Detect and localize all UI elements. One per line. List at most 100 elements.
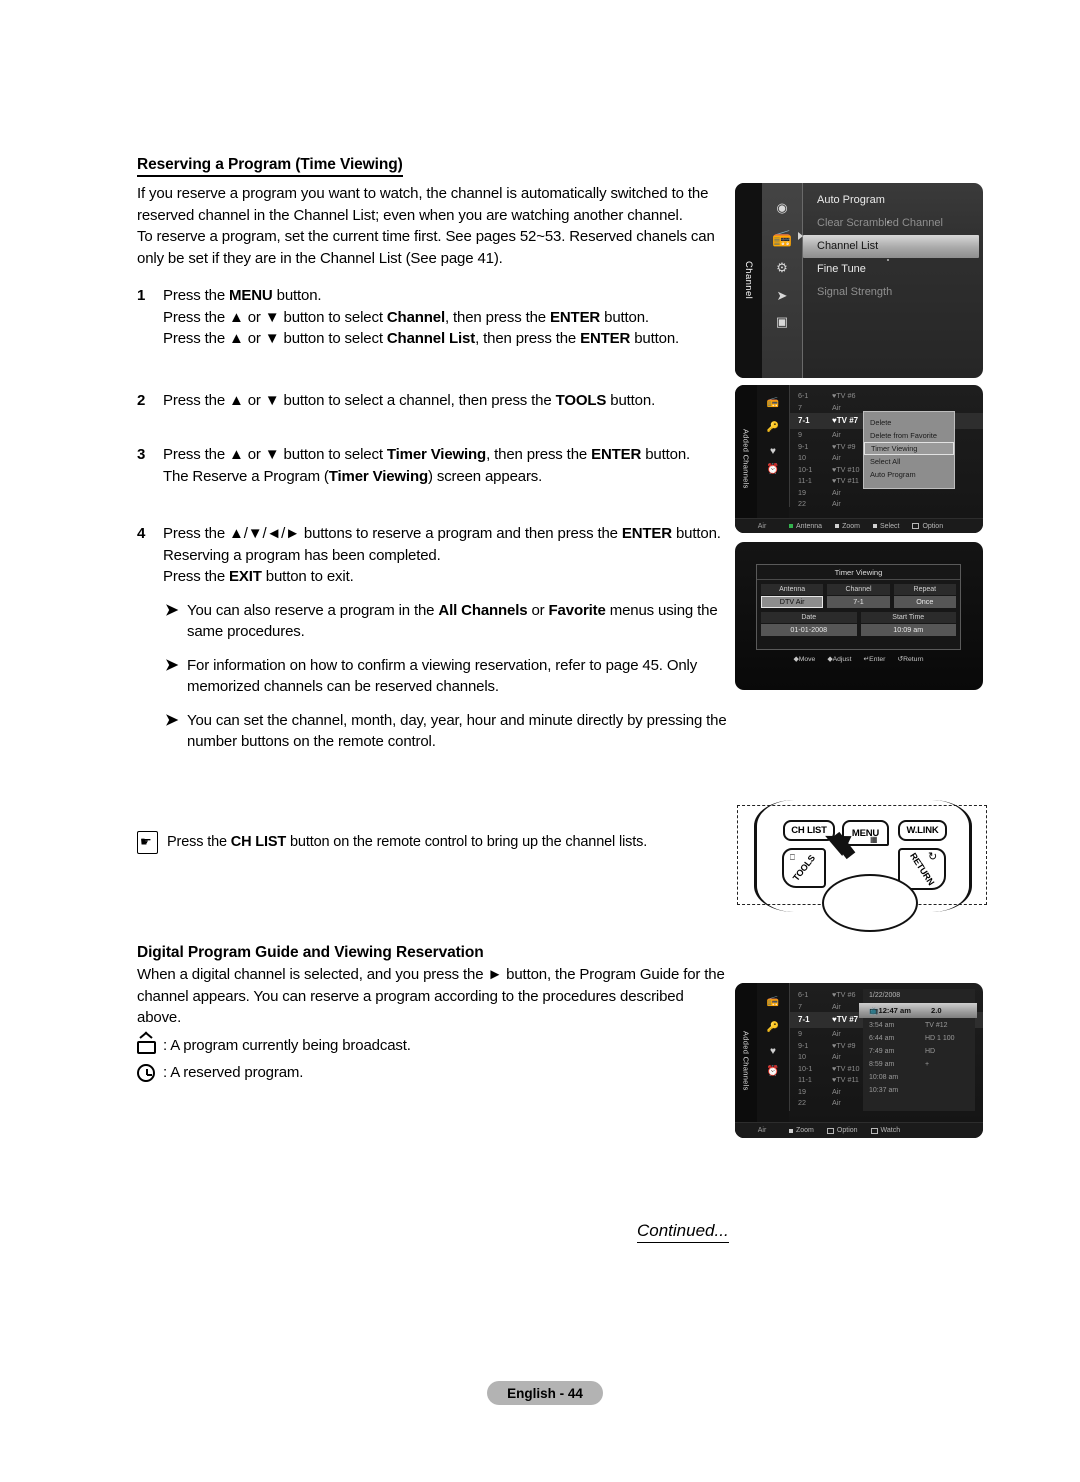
tools-item-timer-viewing[interactable]: Timer Viewing xyxy=(864,442,954,455)
action-label: Antenna xyxy=(796,522,823,530)
tools-button[interactable]: TOOLS xyxy=(782,848,826,888)
guide-program-row[interactable]: 8:59 am + xyxy=(863,1058,975,1071)
guide-program-row[interactable]: 10:08 am xyxy=(863,1071,975,1084)
tools-item-select-all[interactable]: Select All xyxy=(864,455,954,468)
field-value[interactable]: Once xyxy=(893,596,956,608)
guide-program-row[interactable]: 3:54 am TV #12 xyxy=(863,1019,975,1032)
menu-item-channel-list[interactable]: Channel List xyxy=(803,235,979,258)
menu-rail-tab: Channel xyxy=(735,183,762,378)
step-text: Press the ▲ or ▼ button to select Timer … xyxy=(163,444,690,487)
navigation-wheel[interactable] xyxy=(822,874,918,932)
channel-icon[interactable]: 📻 xyxy=(770,227,794,249)
guide-icon-column: 📻 🔑 ♥ ⏰ xyxy=(757,983,789,1138)
channel-number: 19 xyxy=(798,1086,806,1096)
program-name: + xyxy=(925,1061,930,1068)
favorite-icon[interactable]: ♥ xyxy=(764,1043,782,1059)
bottom-action-option[interactable]: Option xyxy=(826,1127,858,1134)
guide-rail-label: Added Channels xyxy=(741,1030,751,1091)
step-4: 4 Press the ▲/▼/◄/► buttons to reserve a… xyxy=(137,523,727,588)
channel-number: 22 xyxy=(798,499,806,508)
channel-name: ♥TV #7 xyxy=(832,1015,859,1024)
field-value[interactable]: 01-01-2008 xyxy=(761,624,857,636)
continued-label: Continued... xyxy=(637,1221,729,1243)
channel-number: 10-1 xyxy=(798,1063,813,1073)
antenna-icon[interactable]: 📻 xyxy=(764,993,782,1009)
tools-item-delete-from-favorite[interactable]: Delete from Favorite xyxy=(864,429,954,442)
guide-program-row[interactable]: 10:37 am xyxy=(863,1084,975,1097)
action-label: Zoom xyxy=(796,1127,814,1134)
channel-name: Air xyxy=(832,1001,841,1011)
field-value[interactable]: 7-1 xyxy=(827,596,890,608)
page-number-badge: English - 44 xyxy=(487,1381,603,1405)
added-channels-icon[interactable]: 🔑 xyxy=(764,1019,782,1035)
step-text: Press the MENU button. Press the ▲ or ▼ … xyxy=(163,285,679,350)
program-time: 3:54 am xyxy=(869,1022,895,1029)
menu-item-fine-tune[interactable]: Fine Tune xyxy=(803,258,983,281)
guide-date: 1/22/2008 xyxy=(869,992,901,999)
clock-icon xyxy=(137,1063,163,1083)
screenshot-channel-list: Added Channels 📻 🔑 ♥ ⏰ 6-1 ♥TV #6 7 Air … xyxy=(735,385,983,533)
channel-row[interactable]: 22 Air xyxy=(790,498,983,510)
footer-adjust[interactable]: ◆Adjust xyxy=(827,655,851,663)
tools-item-auto-program[interactable]: Auto Program xyxy=(864,468,954,481)
list-icon-column: 📻 🔑 ♥ ⏰ xyxy=(757,385,789,533)
section-digital-program-guide: Digital Program Guide and Viewing Reserv… xyxy=(137,944,727,1083)
menu-item-auto-program[interactable]: Auto Program xyxy=(803,189,983,212)
wlink-button[interactable]: W.LINK xyxy=(898,820,947,841)
steps-list: 1 Press the MENU button. Press the ▲ or … xyxy=(137,285,727,588)
field-label: Repeat xyxy=(893,584,956,595)
step-line: Press the ▲ or ▼ button to select Channe… xyxy=(163,308,649,326)
channel-number: 9-1 xyxy=(798,441,809,451)
picture-icon[interactable]: ◉ xyxy=(770,197,794,219)
guide-program-row-selected[interactable]: 📺12:47 am 2.0 xyxy=(859,1003,977,1018)
bottom-action-zoom[interactable]: Zoom xyxy=(789,1127,814,1134)
setup-icon[interactable]: ⚙ xyxy=(770,257,794,279)
square-icon xyxy=(835,524,840,528)
support-icon[interactable]: ▣ xyxy=(770,311,794,333)
antenna-icon[interactable]: 📻 xyxy=(764,394,782,410)
source-label: Air xyxy=(757,1127,767,1134)
channel-name: ♥TV #10 xyxy=(832,464,860,474)
tools-item-delete[interactable]: Delete xyxy=(864,416,954,429)
menu-item-clear-scrambled-channel[interactable]: Clear Scrambled Channel xyxy=(803,212,983,235)
channel-number: 7 xyxy=(798,402,802,412)
footer-return[interactable]: ↺Return xyxy=(897,655,923,663)
channel-name: Air xyxy=(832,499,841,508)
favorite-icon[interactable]: ♥ xyxy=(764,443,782,459)
menu-item-signal-strength[interactable]: Signal Strength xyxy=(803,281,983,304)
channel-name: Air xyxy=(832,1098,841,1107)
bottom-action-zoom[interactable]: Zoom xyxy=(835,523,860,530)
programmed-icon[interactable]: ⏰ xyxy=(764,461,782,477)
menu-button[interactable]: MENU xyxy=(842,820,889,846)
guide-program-row[interactable]: 7:49 am HD xyxy=(863,1045,975,1058)
bottom-action-antenna[interactable]: Antenna xyxy=(789,523,822,530)
field-value[interactable]: DTV Air xyxy=(761,596,824,608)
legend-text: : A reserved program. xyxy=(163,1063,304,1081)
programmed-icon[interactable]: ⏰ xyxy=(764,1063,782,1079)
guide-program-row[interactable]: 6:44 am HD 1 100 xyxy=(863,1032,975,1045)
action-label: Zoom xyxy=(842,522,860,530)
field-row: Date 01-01-2008 Start Time 10:09 am xyxy=(761,612,956,636)
diagram-remote-control: CH LIST MENU W.LINK TOOLS RETURN ⎕ ↻ ▦ xyxy=(737,800,987,932)
step-number: 4 xyxy=(137,525,146,542)
input-icon[interactable]: ➤ xyxy=(770,285,794,307)
action-label: Watch xyxy=(880,1127,901,1134)
action-label: Option xyxy=(922,522,944,530)
note-text: You can set the channel, month, day, yea… xyxy=(187,711,727,751)
program-time: 8:59 am xyxy=(869,1061,895,1068)
channel-row[interactable]: 6-1 ♥TV #6 xyxy=(790,390,983,402)
footer-move[interactable]: ◆Move xyxy=(793,655,815,663)
added-channels-icon[interactable]: 🔑 xyxy=(764,419,782,435)
field-value[interactable]: 10:09 am xyxy=(860,624,956,636)
footer-enter[interactable]: ↵Enter xyxy=(863,655,885,663)
bottom-action-option[interactable]: Option xyxy=(912,523,943,530)
bottom-action-watch[interactable]: Watch xyxy=(870,1127,901,1134)
bottom-action-select[interactable]: Select xyxy=(873,523,899,530)
channel-number: 10 xyxy=(798,1052,806,1061)
channel-number: 11-1 xyxy=(798,476,812,485)
legend-broadcast: : A program currently being broadcast. xyxy=(137,1030,727,1056)
green-square-icon xyxy=(789,524,793,528)
legend-text: : A program currently being broadcast. xyxy=(163,1036,411,1054)
channel-number: 7 xyxy=(798,1001,802,1011)
step-line: The Reserve a Program (Timer Viewing) sc… xyxy=(163,467,543,485)
